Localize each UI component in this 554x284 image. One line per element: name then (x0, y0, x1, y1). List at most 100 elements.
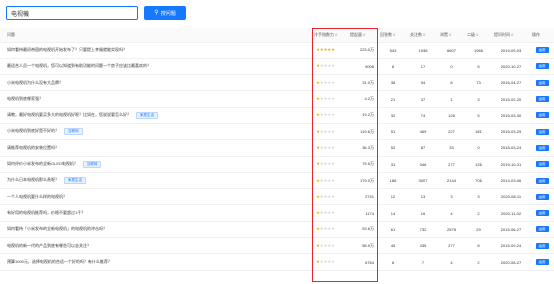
views-cell: 223.0万 (348, 42, 378, 59)
star-icon: ★ (330, 144, 335, 150)
answers-cell: 32 (378, 107, 408, 124)
followers-cell: 13 (408, 188, 438, 206)
header-views[interactable]: 提起量⇵ (348, 28, 378, 43)
rating-stars: ★★★★★ (312, 253, 348, 271)
header-stars[interactable]: 冷手指数力⇵ (312, 28, 348, 43)
rating-stars: ★★★★★ (312, 156, 348, 173)
apply-button[interactable]: 运用 (535, 193, 549, 200)
apply-button[interactable]: 运用 (535, 242, 549, 249)
sort-icon[interactable]: ⇵ (335, 33, 338, 37)
answers-cell: 6 (378, 253, 408, 271)
apply-button[interactable]: 运用 (535, 96, 549, 103)
likes-cell: 6607 (438, 42, 465, 59)
apply-button[interactable]: 运用 (535, 144, 549, 151)
question-link[interactable]: 预算1000元，选择电视机的合适一个好的吗？有什么推荐？ (7, 259, 112, 264)
date-cell: 2019-10-31 (492, 156, 530, 173)
level2-cell: 126 (465, 156, 492, 173)
header-likes[interactable]: 浏覽⇵ (438, 28, 465, 43)
sort-icon[interactable]: ⇵ (393, 33, 396, 37)
question-cell: 为什么日本电视机那么贵呢？ 家居生活 (0, 172, 312, 190)
date-cell: 2015-09-24 (492, 237, 530, 255)
question-cell: 请推荐电视机的安装位置吗？ (0, 139, 312, 157)
answers-cell: 543 (378, 42, 408, 59)
sort-icon[interactable]: ⇵ (449, 33, 452, 37)
header-date[interactable]: 提问时间⇵ (492, 28, 530, 43)
answers-cell: 61 (378, 221, 408, 239)
views-cell: 53.6万 (348, 221, 378, 239)
apply-button[interactable]: 运用 (535, 47, 549, 54)
question-link[interactable]: 一个人电视机要什么样的电视机？ (7, 194, 67, 199)
question-link[interactable]: 最适合人员一个电视机，您可以知道到有助功能的问题一个房子应该比最喜欢的？ (7, 63, 151, 68)
star-icon: ★ (330, 226, 335, 232)
question-link[interactable]: 请教，最好电视机要买多大的电视机好呢？比如在，您说说要怎么好？ (7, 112, 131, 117)
likes-cell: 126 (438, 107, 465, 124)
question-link[interactable]: 有好用的电视机推荐吗，价格不要超过1千？ (7, 210, 85, 215)
views-cell: 2741 (348, 188, 378, 206)
sort-icon[interactable]: ⇵ (511, 33, 514, 37)
apply-button[interactable]: 运用 (535, 63, 549, 70)
topic-tag[interactable]: 家居生活 (64, 177, 86, 185)
date-cell: 2020-08-11 (492, 188, 530, 206)
question-link[interactable]: 电视机的新一代的产品到底有哪些可以去关注？ (7, 243, 91, 248)
header-followers[interactable]: 关注数⇵ (408, 28, 438, 43)
star-icon: ★ (330, 63, 335, 69)
views-cell: 119.6万 (348, 123, 378, 141)
views-cell: 79.5万 (348, 156, 378, 173)
rating-stars: ★★★★★ (312, 237, 348, 255)
followers-cell: 87 (408, 139, 438, 157)
apply-button[interactable]: 运用 (535, 226, 549, 233)
table-row: 最适合人员一个电视机，您可以知道到有助功能的问题一个房子应该比最喜欢的？ ★★★★… (0, 58, 554, 76)
question-table: 问题 冷手指数力⇵ 提起量⇵ 回答数⇵ 关注数⇵ 浏覽⇵ 二级⇵ 提问时间⇵ 操… (0, 28, 554, 271)
followers-cell: 17 (408, 58, 438, 76)
date-cell: 2019-09-03 (492, 42, 530, 59)
action-cell: 运用 (530, 58, 554, 76)
star-icon: ★ (330, 112, 335, 118)
question-link[interactable]: 小米电视机为什么没有大品牌？ (7, 80, 63, 85)
search-input[interactable] (6, 6, 138, 20)
question-link[interactable]: 如何评价小米发布的全新OLED电视机？ (7, 161, 78, 166)
followers-cell: 469 (408, 123, 438, 141)
rating-stars: ★★★★★ (312, 188, 348, 206)
sort-icon[interactable]: ⇵ (476, 33, 479, 37)
likes-cell: 4 (438, 204, 465, 222)
level2-cell: 5 (465, 58, 492, 76)
topic-tag[interactable]: 互联网 (64, 128, 83, 136)
question-link[interactable]: 如何看待最初帝国的电视机开始发布了？只要提上幸福就能实现吗？ (7, 47, 127, 52)
level2-cell: 2 (465, 204, 492, 222)
apply-button[interactable]: 运用 (535, 112, 549, 119)
date-cell: 2020-11-02 (492, 204, 530, 222)
apply-button[interactable]: 运用 (535, 177, 549, 184)
topic-tag[interactable]: 家居生活 (136, 111, 158, 119)
question-cell: 最适合人员一个电视机，您可以知道到有助功能的问题一个房子应该比最喜欢的？ (0, 58, 312, 76)
question-link[interactable]: 如何看待「小米发布的全新电视机」的电视机的冲击吗？ (7, 226, 107, 231)
table-row: 为什么日本电视机那么贵呢？ 家居生活 ★★★★★ 179.0万 186 3007 2144 7… (0, 172, 554, 190)
question-link[interactable]: 小米电视机到底好是不好的？ (7, 128, 59, 133)
question-cell: 有好用的电视机推荐吗，价格不要超过1千？ (0, 204, 312, 222)
rating-stars: ★★★★★ (312, 221, 348, 239)
question-link[interactable]: 为什么日本电视机那么贵呢？ (7, 177, 59, 182)
likes-cell: 227 (438, 123, 465, 141)
apply-button[interactable]: 运用 (535, 79, 549, 86)
rating-stars: ★★★★★ (312, 123, 348, 141)
sort-icon[interactable]: ⇵ (423, 33, 426, 37)
question-link[interactable]: 电视机到底哪家强？ (7, 96, 43, 101)
star-icon: ★ (330, 242, 335, 248)
topic-tag[interactable]: 互联网 (82, 160, 102, 168)
question-cell: 一个人电视机要什么样的电视机？ (0, 188, 312, 206)
question-cell: 电视机的新一代的产品到底有哪些可以去关注？ (0, 237, 312, 255)
date-cell: 2015-02-20 (492, 90, 530, 108)
views-cell: 36.3万 (348, 139, 378, 157)
apply-button[interactable]: 运用 (535, 259, 549, 265)
action-cell: 运用 (530, 107, 554, 124)
sort-icon[interactable]: ⇵ (363, 33, 366, 37)
search-button[interactable]: ⚲ 搜问题 (144, 6, 186, 20)
table-row: 有好用的电视机推荐吗，价格不要超过1千？ ★★★★★ 1174 14 16 4 2 2020-… (0, 204, 554, 222)
header-answers[interactable]: 回答数⇵ (378, 28, 408, 43)
apply-button[interactable]: 运用 (535, 210, 549, 217)
question-link[interactable]: 请推荐电视机的安装位置吗？ (7, 145, 59, 150)
header-level2[interactable]: 二级⇵ (465, 28, 492, 43)
followers-cell: 732 (408, 221, 438, 239)
likes-cell: 2144 (438, 172, 465, 190)
apply-button[interactable]: 运用 (535, 161, 549, 168)
apply-button[interactable]: 运用 (535, 128, 549, 135)
